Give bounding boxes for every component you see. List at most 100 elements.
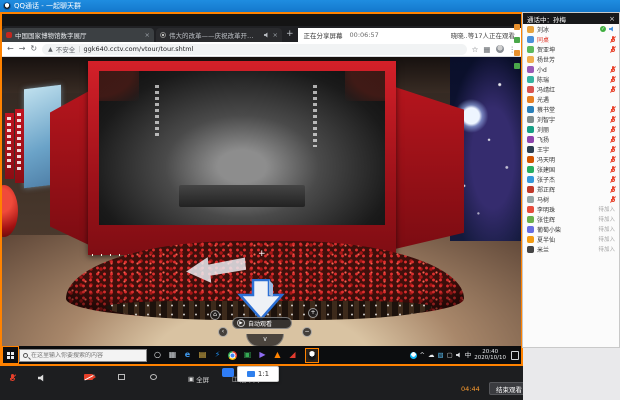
window-title: QQ通话 - 一起聊天群 <box>14 3 81 10</box>
player-icon[interactable]: ▶ <box>256 348 269 362</box>
member-row[interactable]: 蔡书堂 <box>523 104 619 114</box>
avatar <box>527 186 534 193</box>
avatar <box>527 116 534 123</box>
speaker-icon <box>38 374 46 382</box>
camera-off-button[interactable] <box>84 374 93 380</box>
cortana-icon[interactable]: ○ <box>151 348 164 362</box>
zoom-out-button[interactable]: − <box>302 327 312 337</box>
mic-muted-icon <box>610 36 615 43</box>
extension-icon[interactable]: ▦ <box>483 45 490 54</box>
member-name: 飞扬 <box>537 135 607 144</box>
weather-icon[interactable]: ▧ <box>437 352 443 359</box>
thunder-icon[interactable]: ⚡ <box>211 348 224 362</box>
share-status: 正在分享屏幕 <box>304 30 343 40</box>
tab-close-icon[interactable]: × <box>145 31 150 39</box>
chrome-icon[interactable] <box>226 348 239 362</box>
file-explorer-icon[interactable]: ▤ <box>196 348 209 362</box>
avatar <box>527 246 534 253</box>
action-center-icon[interactable] <box>511 351 519 360</box>
member-row[interactable]: 冯天明 <box>523 154 619 164</box>
tab-close-icon[interactable]: × <box>273 31 278 39</box>
ime-indicator[interactable]: 中 <box>465 352 472 359</box>
member-name: 葡萄小柴 <box>537 225 595 234</box>
member-row[interactable]: 马树 <box>523 194 619 204</box>
task-view-icon[interactable]: ▦ <box>166 348 179 362</box>
edge-icon[interactable]: e <box>181 348 194 362</box>
taskbar-qq-app-icon[interactable] <box>305 348 319 363</box>
taskbar-app-icons: ○▦e▤⚡ ▣▶▲◢ <box>151 348 299 362</box>
mic-muted-icon <box>610 136 615 143</box>
taskbar-search[interactable] <box>19 349 147 362</box>
controls-collapse-flap[interactable]: ∨ <box>246 334 284 346</box>
qq-tray-icon[interactable] <box>410 352 417 359</box>
member-row[interactable]: 刘智宇 <box>523 114 619 124</box>
member-row[interactable]: 贺亚坤 <box>523 44 619 54</box>
tab-museum[interactable]: 中国国家博物馆数字展厅 × <box>2 28 154 42</box>
member-name: 杨世芳 <box>537 55 615 64</box>
bookmark-icon[interactable]: ☆ <box>472 45 479 54</box>
member-row[interactable]: 刘丽 <box>523 124 619 134</box>
member-row[interactable]: 米兰待加入 <box>523 244 619 254</box>
new-tab-button[interactable]: + <box>282 29 298 39</box>
member-row[interactable]: 杨世芳 <box>523 54 619 64</box>
member-row[interactable]: 同桌 <box>523 34 619 44</box>
scale-button-highlight[interactable] <box>222 368 234 377</box>
avatar <box>527 126 534 133</box>
monitor-icon <box>247 371 255 377</box>
rotate-left-button[interactable]: ‹ <box>218 327 228 337</box>
member-row[interactable]: 张建国 <box>523 164 619 174</box>
taskbar-clock[interactable]: 20:40 2020/10/10 <box>474 349 506 362</box>
avatar <box>527 196 534 203</box>
member-name: 张建国 <box>537 165 607 174</box>
profile-avatar[interactable] <box>496 45 504 53</box>
member-row[interactable]: 刘冰✓ <box>523 24 619 34</box>
onedrive-icon[interactable]: ☁ <box>428 352 435 359</box>
member-row[interactable]: 郑正辉 <box>523 184 619 194</box>
whiteboard-button[interactable] <box>118 374 125 380</box>
start-button[interactable] <box>2 346 19 364</box>
avatar <box>527 36 534 43</box>
zoom-in-button[interactable]: + <box>308 308 318 318</box>
member-name: 王宇 <box>537 145 607 154</box>
member-row[interactable]: 小d <box>523 64 619 74</box>
virtual-tour-viewport[interactable]: + ⌂ + ▶ 自动观看 ‹ − ∨ <box>2 57 521 346</box>
share-button[interactable] <box>150 374 157 380</box>
avatar <box>527 236 534 243</box>
qq-call-titlebar[interactable]: QQ通话 - 一起聊天群 <box>0 0 620 12</box>
member-row[interactable]: 冯靖红 <box>523 84 619 94</box>
reload-icon[interactable]: ↻ <box>30 45 37 53</box>
amd-icon[interactable]: ◢ <box>286 348 299 362</box>
back-icon[interactable]: ← <box>7 45 14 53</box>
volume-icon[interactable] <box>456 352 462 358</box>
member-row[interactable]: 李明珠待加入 <box>523 204 619 214</box>
home-button[interactable]: ⌂ <box>210 310 220 320</box>
member-name: 夏半仙 <box>537 235 595 244</box>
speaker-button[interactable] <box>38 374 46 382</box>
red-banner <box>15 109 24 183</box>
member-row[interactable]: 光遇 <box>523 94 619 104</box>
url-box[interactable]: ▲ 不安全 | ggk640.cctv.com/vtour/tour.shtml <box>42 44 467 55</box>
fullscreen-button[interactable]: ▣ 全屏 <box>188 374 209 384</box>
member-row[interactable]: 夏半仙待加入 <box>523 234 619 244</box>
member-name: 冯天明 <box>537 155 607 164</box>
camera-icon[interactable]: ▢ <box>447 352 453 359</box>
mic-muted-button[interactable] <box>10 374 15 382</box>
auto-tour-button[interactable]: ▶ 自动观看 <box>232 317 292 329</box>
member-row[interactable]: 王宇 <box>523 144 619 154</box>
search-input[interactable] <box>31 352 141 359</box>
screen-root: QQ通话 - 一起聊天群 中国国家博物馆数字展厅 × 伟大的改革——庆祝改革开…… <box>0 0 620 400</box>
tab-reform-exhibit[interactable]: 伟大的改革——庆祝改革开… × <box>156 28 282 42</box>
close-icon[interactable]: × <box>609 15 615 23</box>
member-name: 刘丽 <box>537 125 607 134</box>
member-name: 小d <box>537 65 607 74</box>
member-row[interactable]: 张子杰 <box>523 174 619 184</box>
member-row[interactable]: 葡萄小柴待加入 <box>523 224 619 234</box>
photos-icon[interactable]: ▣ <box>241 348 254 362</box>
tray-expand-icon[interactable]: ^ <box>420 352 425 359</box>
member-row[interactable]: 飞扬 <box>523 134 619 144</box>
forward-icon[interactable]: → <box>19 45 26 53</box>
member-row[interactable]: 张佳辉待加入 <box>523 214 619 224</box>
member-row[interactable]: 陈瑞 <box>523 74 619 84</box>
vlc-icon[interactable]: ▲ <box>271 348 284 362</box>
member-name: 蔡书堂 <box>537 105 607 114</box>
